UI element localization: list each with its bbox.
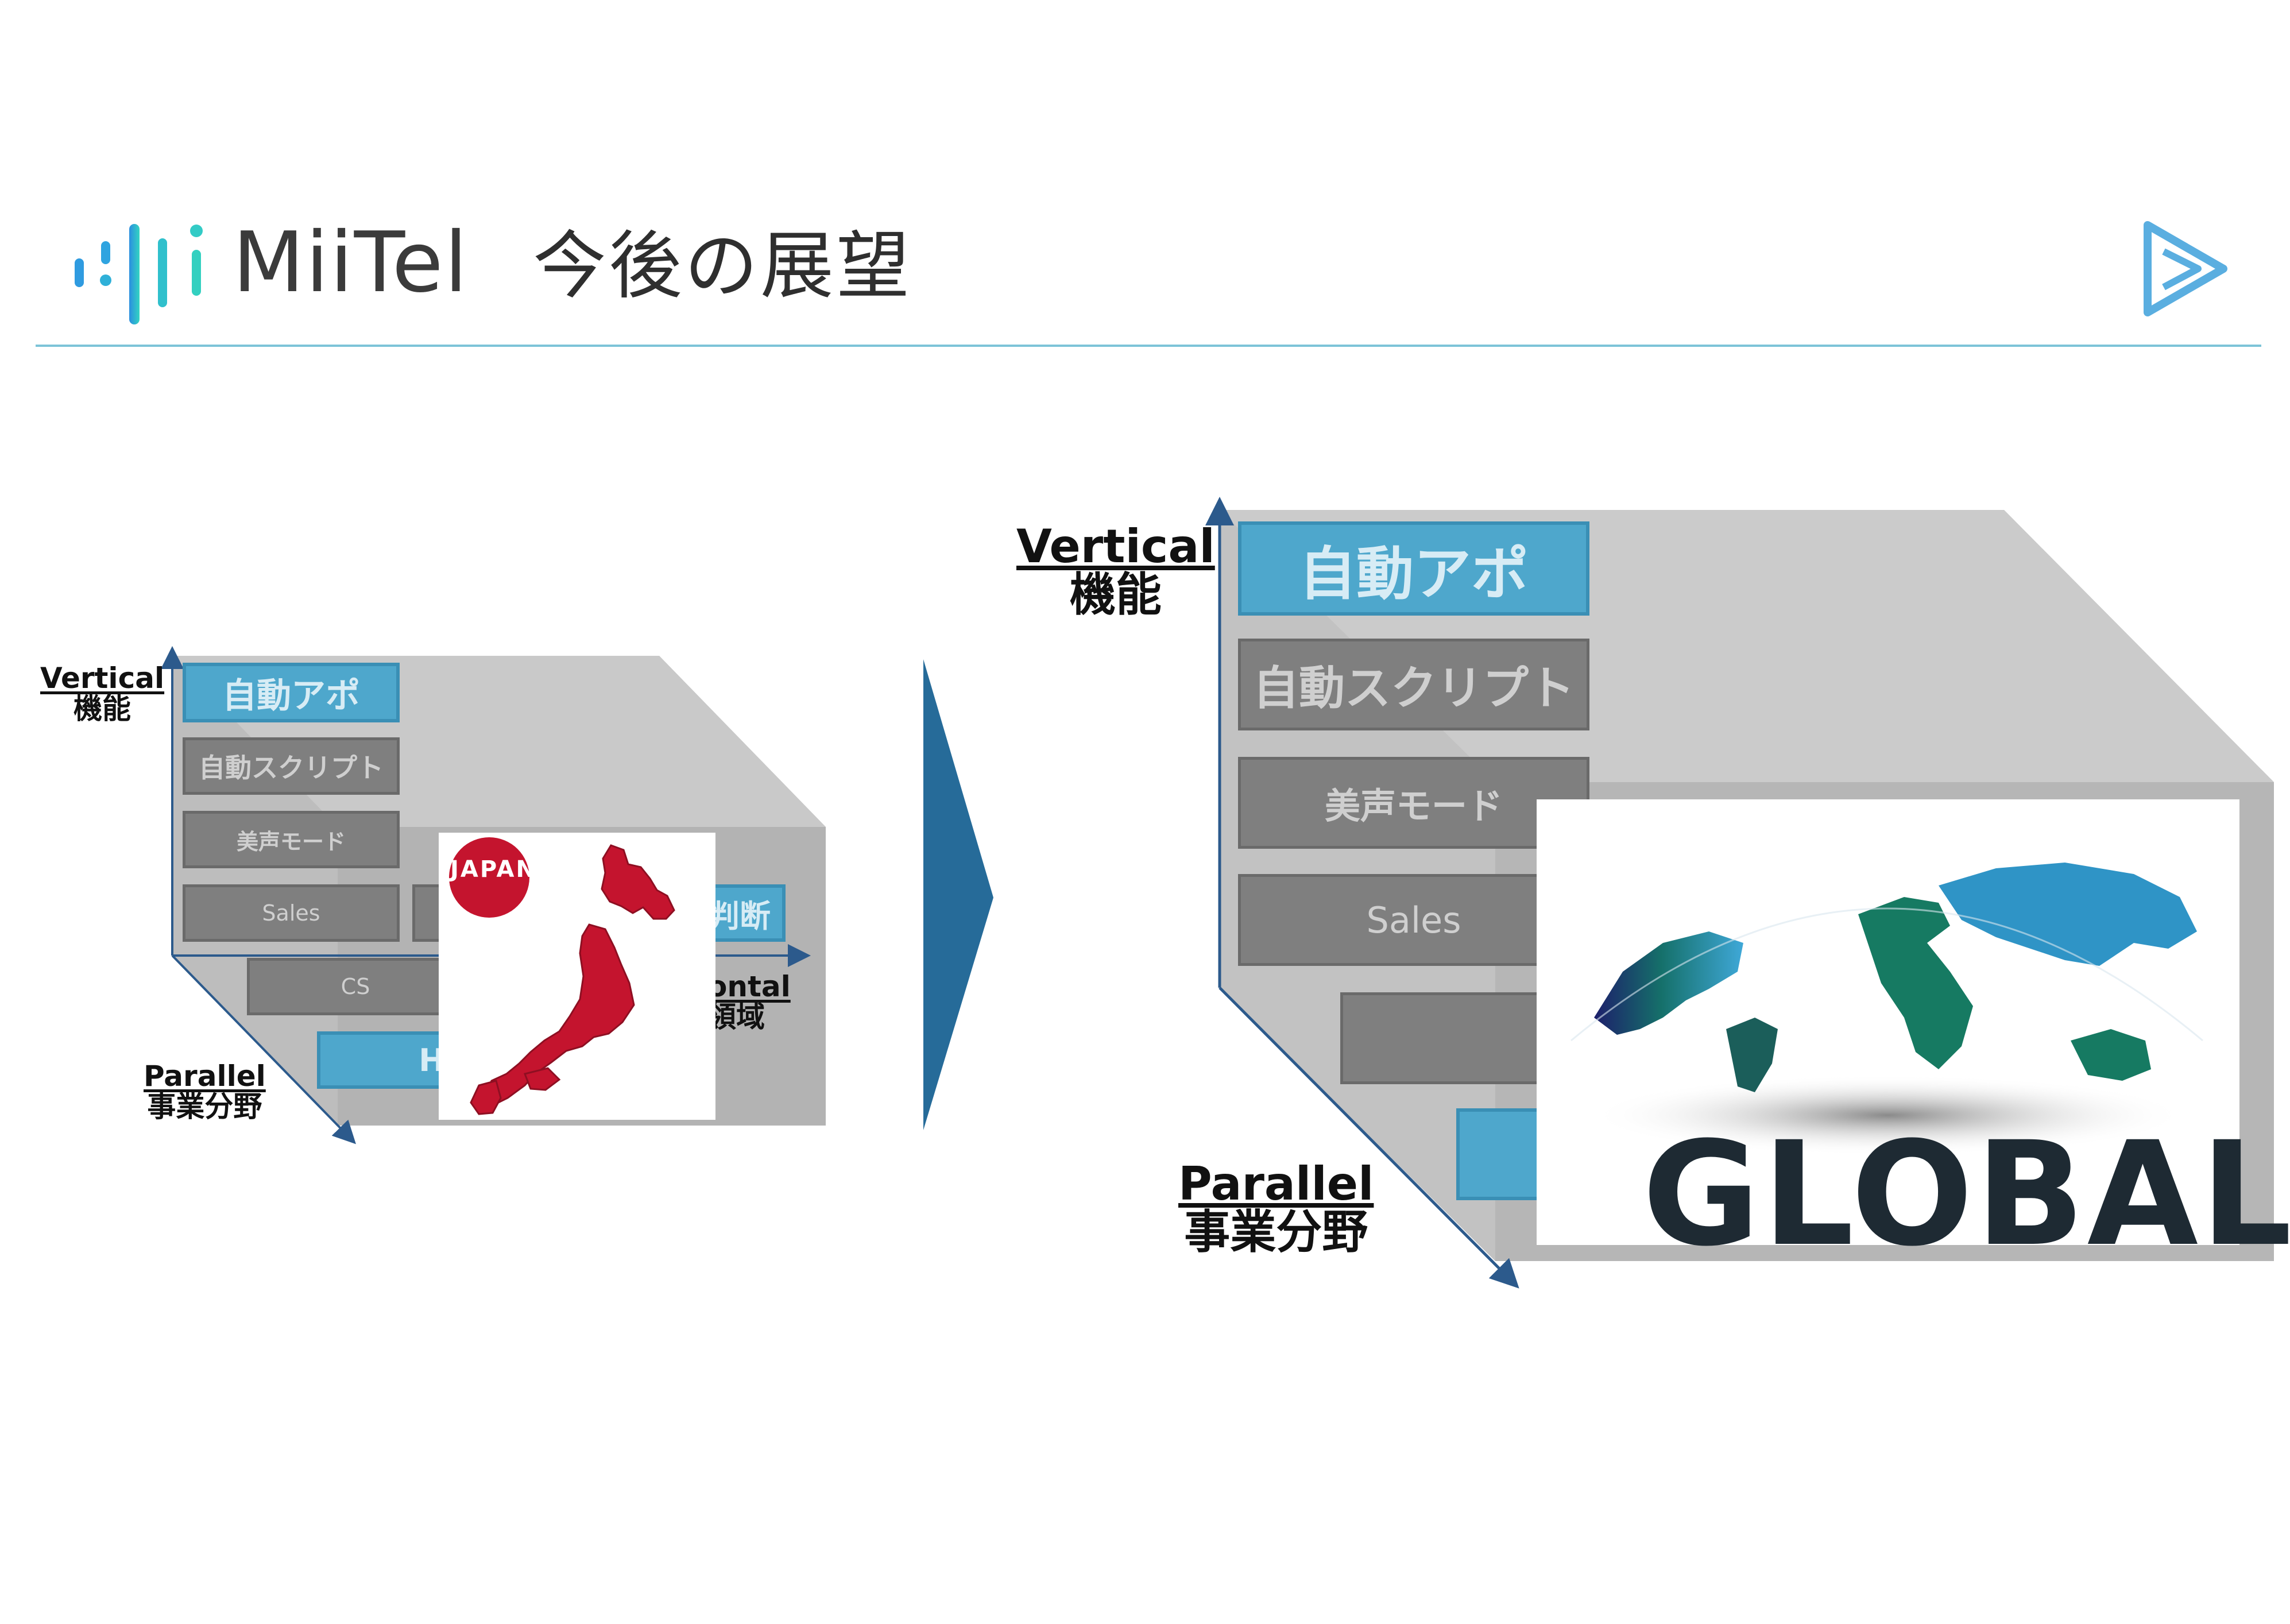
global-label: GLOBAL — [1642, 1111, 2290, 1278]
right-vertical-axis-label: Vertical 機能 — [1016, 523, 1215, 619]
right-vertical-axis-en: Vertical — [1016, 520, 1215, 573]
right-parallel-axis-jp: 事業分野 — [1184, 1205, 1368, 1259]
right-block-auto-appointment: 自動アポ — [1238, 521, 1589, 616]
right-block-auto-script: 自動スクリプト — [1238, 639, 1589, 730]
right-vertical-axis-jp: 機能 — [1069, 568, 1162, 621]
right-parallel-axis-en: Parallel — [1178, 1157, 1374, 1211]
right-parallel-axis-label: Parallel 事業分野 — [1178, 1160, 1374, 1256]
